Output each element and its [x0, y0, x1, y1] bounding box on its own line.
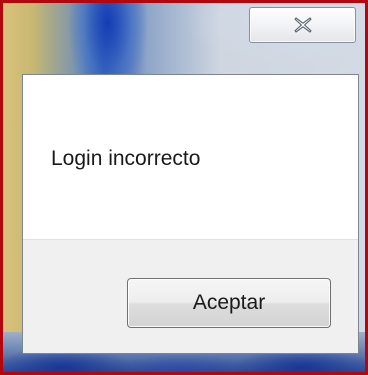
close-icon — [293, 17, 312, 33]
ok-button[interactable]: Aceptar — [127, 278, 331, 328]
message-dialog: Login incorrecto Aceptar — [22, 74, 359, 354]
dialog-message: Login incorrecto — [51, 147, 201, 170]
close-button[interactable] — [249, 7, 356, 43]
dialog-footer: Aceptar — [23, 239, 358, 353]
